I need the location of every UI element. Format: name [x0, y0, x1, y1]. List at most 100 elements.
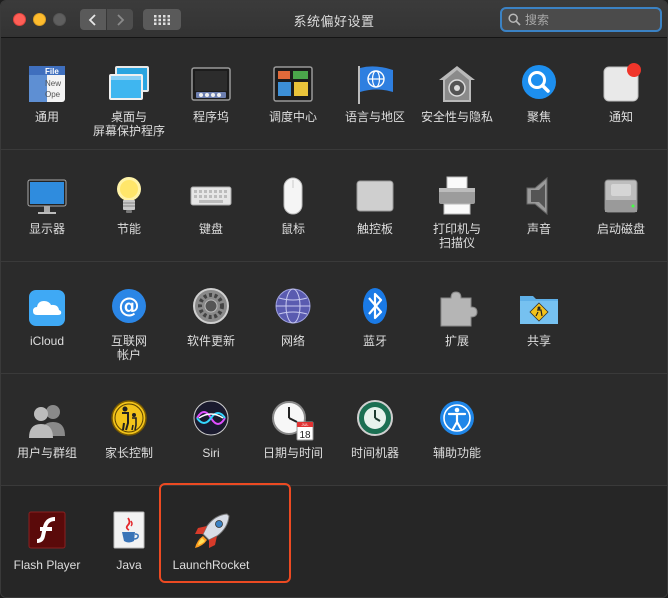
icloud-icon — [25, 286, 69, 330]
pref-dock[interactable]: 程序坞 — [170, 62, 252, 124]
pref-security-privacy[interactable]: 安全性与隐私 — [416, 62, 498, 124]
pref-label: 声音 — [526, 222, 551, 236]
pref-accessibility[interactable]: 辅助功能 — [416, 398, 498, 460]
calendar-month: JUL — [301, 422, 309, 427]
trackpad-icon — [353, 174, 397, 218]
pref-sound[interactable]: 声音 — [498, 174, 580, 236]
pref-siri[interactable]: Siri — [170, 398, 252, 460]
notifications-icon — [599, 62, 643, 106]
pref-label: 语言与地区 — [344, 110, 405, 124]
forward-button[interactable] — [107, 9, 133, 30]
pref-internet-accounts[interactable]: @ 互联网 帐户 — [88, 286, 170, 362]
pref-label: 启动磁盘 — [596, 222, 645, 236]
svg-text:@: @ — [119, 294, 140, 318]
pref-users-groups[interactable]: 用户与群组 — [6, 398, 88, 460]
pref-printers-scanners[interactable]: 打印机与 扫描仪 — [416, 174, 498, 250]
language-region-icon — [353, 62, 397, 106]
pref-flash-player[interactable]: Flash Player — [6, 510, 88, 572]
pref-label: 用户与群组 — [16, 446, 77, 460]
search-input[interactable] — [525, 12, 655, 27]
pref-label: 辅助功能 — [432, 446, 481, 460]
sound-icon — [517, 174, 561, 218]
general-icon: File New Ope — [25, 62, 69, 106]
pref-label: 程序坞 — [192, 110, 229, 124]
pref-label: 节能 — [116, 222, 141, 236]
pref-label: 打印机与 扫描仪 — [432, 222, 481, 250]
pref-label: 通用 — [34, 110, 59, 124]
hardware-section: 显示器 节能 键盘 鼠标 触控板 打印机与 扫描仪 声音 启动磁盘 — [1, 150, 667, 262]
launchrocket-icon — [189, 510, 233, 554]
pref-energy-saver[interactable]: 节能 — [88, 174, 170, 236]
spotlight-icon — [517, 62, 561, 106]
pref-spotlight[interactable]: 聚焦 — [498, 62, 580, 124]
pref-label: iCloud — [29, 334, 65, 348]
other-section: Flash Player Java LaunchRocket — [1, 486, 667, 597]
back-button[interactable] — [80, 9, 106, 30]
pref-mission-control[interactable]: 调度中心 — [252, 62, 334, 124]
pref-keyboard[interactable]: 键盘 — [170, 174, 252, 236]
parental-controls-icon — [107, 398, 151, 442]
pref-software-update[interactable]: 软件更新 — [170, 286, 252, 348]
displays-icon — [25, 174, 69, 218]
pref-launchrocket[interactable]: LaunchRocket — [170, 510, 252, 572]
pref-general[interactable]: File New Ope 通用 — [6, 62, 88, 124]
pref-label: 键盘 — [198, 222, 223, 236]
network-icon — [271, 286, 315, 330]
software-update-icon — [189, 286, 233, 330]
pref-label: 鼠标 — [280, 222, 305, 236]
pref-label: 蓝牙 — [362, 334, 387, 348]
siri-icon — [189, 398, 233, 442]
printers-scanners-icon — [435, 174, 479, 218]
java-icon — [107, 510, 151, 554]
internet-accounts-icon: @ — [107, 286, 151, 330]
pref-label: 触控板 — [356, 222, 393, 236]
pref-label: 显示器 — [28, 222, 65, 236]
search-icon — [508, 13, 521, 26]
bluetooth-icon — [353, 286, 397, 330]
pref-date-time[interactable]: JUL 18 日期与时间 — [252, 398, 334, 460]
zoom-button[interactable] — [53, 13, 66, 26]
pref-label: 聚焦 — [526, 110, 551, 124]
pref-startup-disk[interactable]: 启动磁盘 — [580, 174, 662, 236]
pref-mouse[interactable]: 鼠标 — [252, 174, 334, 236]
startup-disk-icon — [599, 174, 643, 218]
energy-saver-icon — [107, 174, 151, 218]
minimize-button[interactable] — [33, 13, 46, 26]
search-field[interactable] — [500, 7, 662, 32]
pref-sharing[interactable]: 共享 — [498, 286, 580, 348]
date-time-icon: JUL 18 — [271, 398, 315, 442]
pref-trackpad[interactable]: 触控板 — [334, 174, 416, 236]
keyboard-icon — [189, 174, 233, 218]
general-file-menu: File — [45, 67, 59, 76]
pref-displays[interactable]: 显示器 — [6, 174, 88, 236]
pref-extensions[interactable]: 扩展 — [416, 286, 498, 348]
sharing-icon — [517, 286, 561, 330]
pref-icloud[interactable]: iCloud — [6, 286, 88, 348]
internet-section: iCloud @ 互联网 帐户 软件更新 网络 蓝牙 扩展 共享 — [1, 262, 667, 374]
pref-java[interactable]: Java — [88, 510, 170, 572]
close-button[interactable] — [13, 13, 26, 26]
pref-language-region[interactable]: 语言与地区 — [334, 62, 416, 124]
pref-label: 共享 — [526, 334, 551, 348]
system-preferences-window: 系统偏好设置 File New Ope 通用 — [0, 0, 668, 598]
pref-label: Java — [116, 558, 142, 572]
pref-label: 网络 — [280, 334, 305, 348]
time-machine-icon — [353, 398, 397, 442]
pref-parental-controls[interactable]: 家长控制 — [88, 398, 170, 460]
pref-desktop-screensaver[interactable]: 桌面与 屏幕保护程序 — [88, 62, 170, 138]
flash-player-icon — [25, 510, 69, 554]
pref-label: 软件更新 — [186, 334, 235, 348]
pref-notifications[interactable]: 通知 — [580, 62, 662, 124]
pref-label: 日期与时间 — [262, 446, 323, 460]
pref-time-machine[interactable]: 时间机器 — [334, 398, 416, 460]
pref-label: 扩展 — [444, 334, 469, 348]
pref-bluetooth[interactable]: 蓝牙 — [334, 286, 416, 348]
pref-label: LaunchRocket — [172, 558, 250, 572]
mouse-icon — [271, 174, 315, 218]
show-all-button[interactable] — [143, 9, 181, 30]
pref-network[interactable]: 网络 — [252, 286, 334, 348]
users-groups-icon — [25, 398, 69, 442]
title-bar: 系统偏好设置 — [1, 1, 667, 38]
security-privacy-icon — [435, 62, 479, 106]
pref-label: 调度中心 — [268, 110, 317, 124]
